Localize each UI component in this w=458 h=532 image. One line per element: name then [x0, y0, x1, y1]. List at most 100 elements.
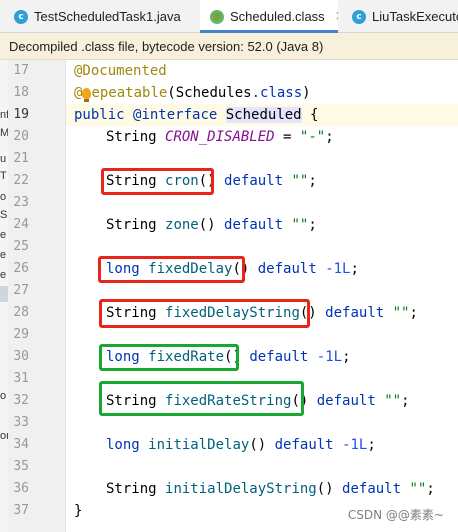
method-zone[interactable]: zone — [165, 217, 199, 233]
code-line-22[interactable]: String cron() default ""; — [106, 170, 317, 192]
code-line-34[interactable]: long initialDelay() default -1L; — [106, 434, 376, 456]
line-number: 18 — [13, 85, 29, 100]
method-initial-delay[interactable]: initialDelay — [148, 437, 249, 453]
string-literal: "" — [409, 481, 427, 497]
annotation-documented: @Documented — [74, 63, 167, 79]
tab-label: LiuTaskExecuto — [372, 9, 458, 24]
class-icon: c — [14, 9, 28, 24]
method-fixed-delay[interactable]: fixedDelay — [148, 261, 232, 277]
code-line-32[interactable]: String fixedRateString() default ""; — [106, 390, 410, 412]
code-line-28[interactable]: String fixedDelayString() default ""; — [106, 302, 418, 324]
line-number: 27 — [13, 283, 29, 298]
paren: ) — [302, 85, 311, 101]
method-fixed-rate[interactable]: fixedRate — [148, 349, 224, 365]
tab-label: TestScheduledTask1.java — [34, 9, 181, 24]
decompiled-notice-banner: Decompiled .class file, bytecode version… — [0, 33, 458, 60]
parens: () — [316, 481, 334, 497]
semicolon: ; — [401, 393, 410, 409]
watermark: CSDN @@素素~ — [347, 508, 444, 522]
keyword-default: default — [325, 305, 385, 321]
parens: () — [249, 437, 267, 453]
type: long — [106, 261, 140, 277]
lightbulb-icon[interactable] — [82, 88, 91, 102]
line-number-gutter[interactable]: 17 18 19 20 21 22 23 24 25 26 27 28 29 3… — [8, 60, 66, 532]
keyword-public: public — [74, 107, 125, 123]
keyword-default: default — [224, 173, 284, 189]
type: String — [106, 481, 157, 497]
code-line-24[interactable]: String zone() default ""; — [106, 214, 317, 236]
type: String — [106, 393, 157, 409]
type: String — [106, 217, 157, 233]
operator: = — [283, 129, 292, 145]
panel-fragment: e — [0, 229, 7, 241]
brace: } — [74, 503, 83, 519]
code-line-30[interactable]: long fixedRate() default -1L; — [106, 346, 351, 368]
keyword-default: default — [224, 217, 284, 233]
line-number: 33 — [13, 415, 29, 430]
line-number: 35 — [13, 459, 29, 474]
method-fixed-rate-string[interactable]: fixedRateString — [165, 393, 291, 409]
panel-fragment: nf — [0, 109, 8, 121]
line-number: 22 — [13, 173, 29, 188]
panel-fragment: o — [0, 191, 7, 203]
panel-fragment: e — [0, 249, 7, 261]
panel-fragment: M — [0, 127, 8, 139]
semicolon: ; — [367, 437, 376, 453]
type: String — [106, 305, 157, 321]
line-number: 26 — [13, 261, 29, 276]
project-panel-edge[interactable]: nf M u T o S e e e o or — [0, 60, 8, 532]
constant-cron-disabled[interactable]: CRON_DISABLED — [165, 129, 275, 145]
class-keyword: .class — [251, 85, 303, 101]
panel-fragment: e — [0, 269, 7, 281]
tab-liutaskexecutor[interactable]: c LiuTaskExecuto — [342, 0, 458, 33]
line-number: 21 — [13, 151, 29, 166]
tab-label: Scheduled.class — [230, 9, 325, 24]
semicolon: ; — [350, 261, 359, 277]
editor-tab-bar: c TestScheduledTask1.java @ Scheduled.cl… — [0, 0, 458, 33]
line-number: 34 — [13, 437, 29, 452]
semicolon: ; — [308, 217, 317, 233]
annotation-repeatable: epeatable — [91, 85, 168, 101]
code-line-19[interactable]: public @interface Scheduled { — [74, 104, 318, 126]
parens: () — [299, 305, 317, 321]
brace: { — [310, 107, 319, 123]
banner-text: Decompiled .class file, bytecode version… — [9, 38, 324, 54]
semicolon: ; — [325, 129, 334, 145]
tab-scheduled-class[interactable]: @ Scheduled.class × — [200, 0, 338, 33]
code-line-20[interactable]: String CRON_DISABLED = "-"; — [106, 126, 334, 148]
code-line-26[interactable]: long fixedDelay() default -1L; — [106, 258, 359, 280]
method-cron[interactable]: cron — [165, 173, 199, 189]
number-literal: -1L — [316, 349, 343, 365]
number-literal: -1L — [325, 261, 351, 277]
string-literal: "" — [384, 393, 402, 409]
panel-fragment: or — [0, 430, 8, 442]
method-fixed-delay-string[interactable]: fixedDelayString — [165, 305, 300, 321]
method-initial-delay-string[interactable]: initialDelayString — [165, 481, 317, 497]
annotation-type-name[interactable]: Scheduled — [225, 107, 302, 123]
class-reference[interactable]: Schedules — [176, 85, 252, 101]
parens: () — [232, 261, 250, 277]
code-line-36[interactable]: String initialDelayString() default ""; — [106, 478, 435, 500]
semicolon: ; — [308, 173, 317, 189]
parens: () — [224, 349, 241, 365]
code-line-37[interactable]: } — [74, 500, 82, 522]
keyword-default: default — [249, 349, 309, 365]
code-line-18[interactable]: @ epeatable(Schedules.class) — [74, 82, 311, 104]
keyword-interface: @interface — [133, 107, 218, 123]
string-literal: "-" — [299, 129, 326, 145]
parens: () — [291, 393, 309, 409]
class-icon: c — [352, 9, 366, 24]
code-line-17[interactable]: @Documented — [74, 60, 167, 82]
line-number: 37 — [13, 503, 29, 518]
semicolon: ; — [426, 481, 435, 497]
semicolon: ; — [342, 349, 351, 365]
panel-fragment: o — [0, 390, 7, 402]
line-number: 32 — [13, 393, 29, 408]
annotation-icon: @ — [210, 9, 224, 24]
number-literal: -1L — [342, 437, 368, 453]
close-tab-icon[interactable]: × — [335, 9, 338, 24]
string-literal: "" — [392, 305, 410, 321]
line-number: 19 — [13, 107, 29, 122]
parens: () — [198, 173, 216, 189]
tab-testscheduledtask1[interactable]: c TestScheduledTask1.java — [0, 0, 198, 33]
